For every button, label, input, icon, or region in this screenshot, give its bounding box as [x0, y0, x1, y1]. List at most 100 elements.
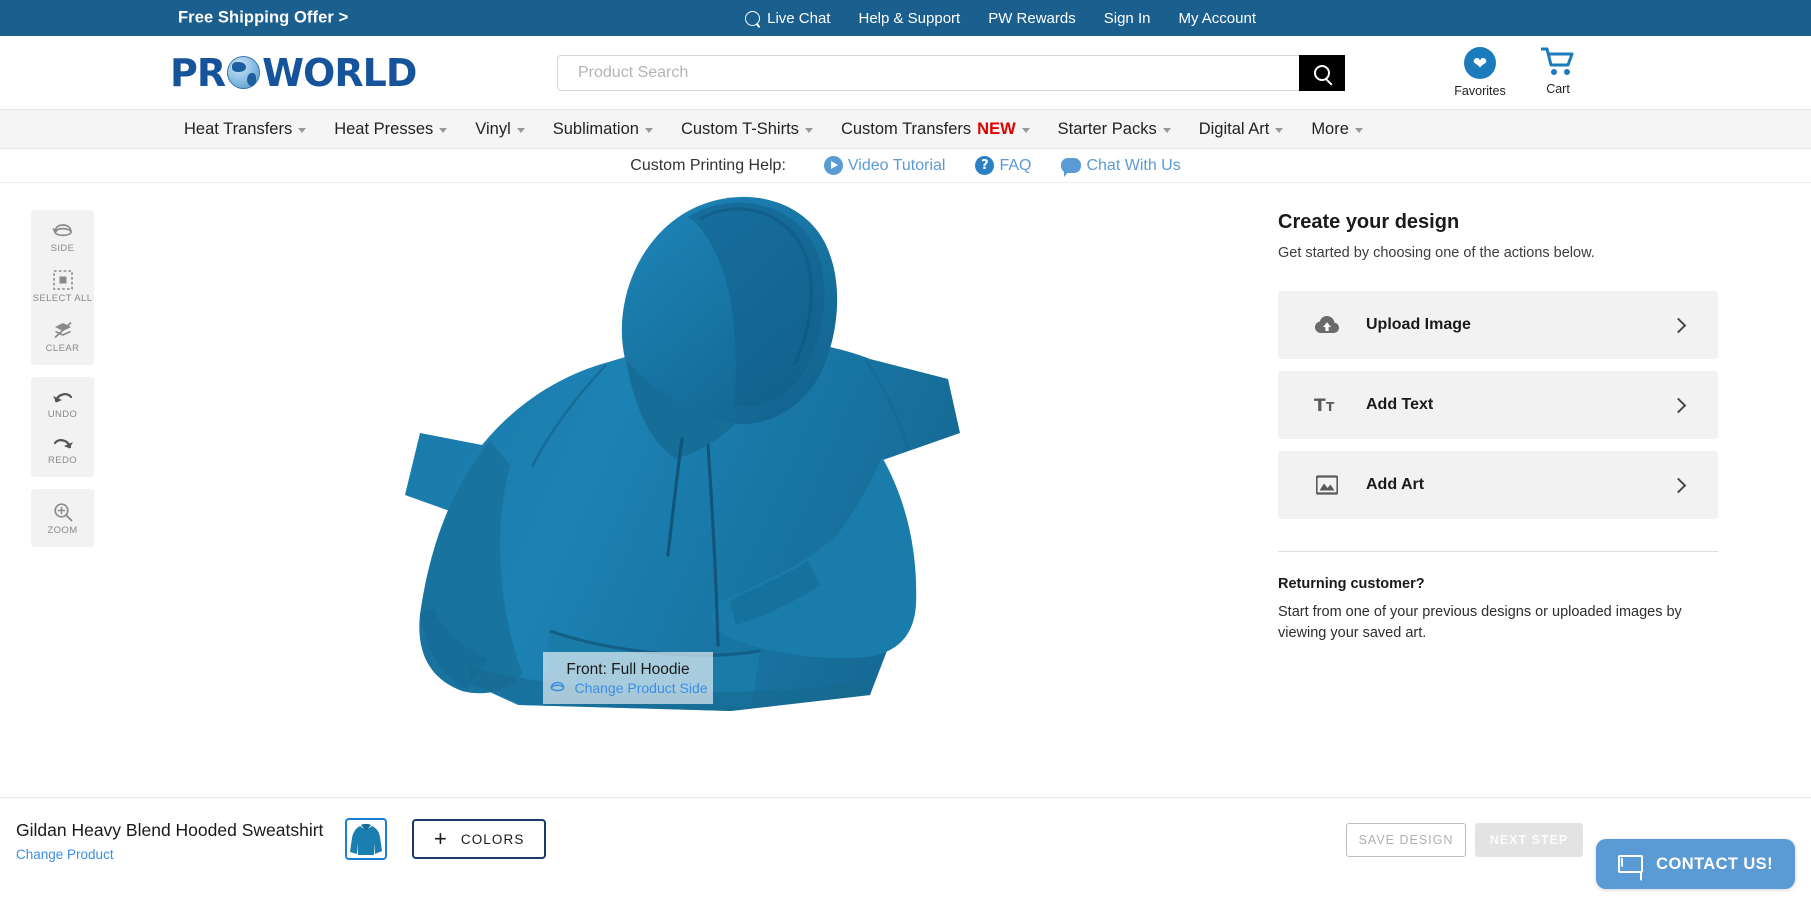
- help-link-label: Chat With Us: [1086, 156, 1181, 174]
- top-link-my-account[interactable]: My Account: [1178, 10, 1256, 27]
- chevron-down-icon: [1021, 127, 1030, 133]
- chevron-down-icon: [804, 127, 813, 133]
- question-icon: ?: [975, 156, 995, 175]
- nav-item-heat-transfers[interactable]: Heat Transfers: [170, 120, 320, 139]
- toolbar-group-history: UNDO REDO: [31, 377, 94, 477]
- next-step-button[interactable]: NEXT STEP: [1475, 823, 1583, 857]
- logo-text-post: WORLD: [262, 50, 417, 95]
- add-art-action[interactable]: Add Art: [1278, 451, 1718, 519]
- nav-item-more[interactable]: More: [1297, 120, 1377, 139]
- change-product-side-link[interactable]: Change Product Side: [548, 680, 708, 696]
- tool-label: CLEAR: [45, 343, 80, 354]
- returning-customer-title: Returning customer?: [1278, 576, 1425, 592]
- help-link-label: FAQ: [999, 156, 1032, 174]
- heart-icon: ❤: [1464, 47, 1496, 79]
- tool-clear-button[interactable]: CLEAR: [31, 311, 94, 361]
- contact-us-label: CONTACT US!: [1656, 854, 1773, 873]
- chevron-down-icon: [439, 127, 448, 133]
- design-workspace: SIDE SELECT ALL CLEAR UNDO REDO ZOOM Fro…: [0, 183, 1811, 713]
- hoodie-preview-image: [405, 196, 960, 711]
- video-tutorial-link[interactable]: Video Tutorial: [823, 156, 945, 175]
- tool-side-button[interactable]: SIDE: [31, 214, 94, 261]
- product-canvas[interactable]: Front: Full Hoodie Change Product Side: [400, 183, 1080, 713]
- nav-label: Custom T-Shirts: [680, 119, 799, 138]
- proworld-logo[interactable]: PR WORLD: [170, 50, 417, 95]
- top-link-help-support[interactable]: Help & Support: [858, 10, 960, 27]
- nav-label: Heat Transfers: [184, 119, 293, 138]
- chevron-down-icon: [1162, 127, 1171, 133]
- chevron-down-icon: [644, 127, 653, 133]
- tool-label: UNDO: [47, 409, 78, 420]
- free-shipping-promo-link[interactable]: Free Shipping Offer >: [178, 9, 348, 28]
- chat-bubble-icon: [1061, 158, 1082, 177]
- tool-label: ZOOM: [47, 525, 78, 536]
- nav-label: Starter Packs: [1057, 119, 1157, 138]
- nav-label: More: [1311, 119, 1349, 138]
- panel-subtitle: Get started by choosing one of the actio…: [1278, 245, 1595, 261]
- create-design-panel: Create your design Get started by choosi…: [1278, 211, 1718, 644]
- nav-label: Digital Art: [1198, 119, 1270, 138]
- chevron-down-icon: [298, 127, 307, 133]
- undo-arrow-icon: [52, 393, 72, 403]
- nav-item-heat-presses[interactable]: Heat Presses: [320, 120, 461, 139]
- logo-text-pre: PR: [170, 50, 226, 95]
- nav-label: Vinyl: [475, 119, 511, 138]
- zoom-in-icon: [53, 503, 72, 522]
- help-bar-label: Custom Printing Help:: [630, 156, 786, 174]
- tool-undo-button[interactable]: UNDO: [31, 381, 94, 427]
- search-input[interactable]: [557, 54, 1299, 91]
- text-tool-icon: T T: [1312, 396, 1342, 414]
- nav-item-starter-packs[interactable]: Starter Packs: [1044, 120, 1185, 139]
- top-links: Live Chat Help & Support PW Rewards Sign…: [745, 10, 1256, 27]
- rotate-side-icon: [52, 224, 72, 237]
- top-link-live-chat[interactable]: Live Chat: [745, 10, 830, 27]
- chevron-down-icon: [1275, 127, 1284, 133]
- favorites-button[interactable]: ❤ Favorites: [1454, 47, 1506, 98]
- chat-with-us-link[interactable]: Chat With Us: [1061, 156, 1181, 177]
- chat-search-icon: [745, 10, 761, 26]
- svg-text:T: T: [1314, 396, 1326, 414]
- chevron-down-icon: [516, 127, 525, 133]
- tool-redo-button[interactable]: REDO: [31, 427, 94, 473]
- upload-image-action[interactable]: Upload Image: [1278, 291, 1718, 359]
- nav-item-vinyl[interactable]: Vinyl: [461, 120, 538, 139]
- add-text-action[interactable]: T T Add Text: [1278, 371, 1718, 439]
- panel-title: Create your design: [1278, 211, 1460, 233]
- product-side-title: Front: Full Hoodie: [566, 660, 690, 678]
- tool-zoom-button[interactable]: ZOOM: [31, 493, 94, 543]
- image-art-icon: [1312, 475, 1342, 495]
- nav-item-custom-t-shirts[interactable]: Custom T-Shirts: [667, 120, 827, 139]
- nav-item-custom-transfers[interactable]: Custom Transfers NEW: [827, 120, 1044, 139]
- design-toolbar: SIDE SELECT ALL CLEAR UNDO REDO ZOOM: [31, 210, 94, 559]
- hoodie-thumbnail-icon: [350, 823, 382, 855]
- tool-label: SIDE: [50, 243, 75, 254]
- globe-icon: [227, 56, 261, 89]
- cart-icon: [1541, 47, 1575, 77]
- action-label: Add Text: [1366, 396, 1434, 413]
- tool-select-all-button[interactable]: SELECT ALL: [31, 261, 94, 311]
- product-info: Gildan Heavy Blend Hooded Sweatshirt Cha…: [16, 820, 323, 862]
- change-product-link[interactable]: Change Product: [16, 847, 323, 862]
- toolbar-group-zoom: ZOOM: [31, 489, 94, 547]
- select-all-icon: [52, 270, 73, 290]
- plus-icon: +: [434, 826, 447, 851]
- returning-customer-body: Start from one of your previous designs …: [1278, 604, 1682, 642]
- color-swatch-selected[interactable]: [345, 818, 387, 860]
- colors-button[interactable]: + COLORS: [412, 819, 547, 859]
- search-button[interactable]: [1299, 54, 1345, 91]
- save-design-button[interactable]: SAVE DESIGN: [1346, 823, 1466, 857]
- top-link-sign-in[interactable]: Sign In: [1104, 10, 1151, 27]
- product-side-indicator: Front: Full Hoodie Change Product Side: [543, 652, 713, 704]
- contact-us-button[interactable]: CONTACT US!: [1596, 839, 1795, 889]
- cart-label: Cart: [1546, 82, 1570, 96]
- product-name: Gildan Heavy Blend Hooded Sweatshirt: [16, 820, 324, 840]
- svg-text:T: T: [1326, 400, 1335, 414]
- faq-link[interactable]: ? FAQ: [975, 156, 1031, 175]
- nav-item-digital-art[interactable]: Digital Art: [1185, 120, 1298, 139]
- cart-button[interactable]: Cart: [1533, 47, 1583, 96]
- colors-label: COLORS: [460, 831, 525, 847]
- top-link-pw-rewards[interactable]: PW Rewards: [988, 10, 1076, 27]
- clear-layers-icon: [53, 321, 72, 339]
- custom-printing-help-bar: Custom Printing Help: Video Tutorial ? F…: [0, 149, 1811, 183]
- nav-item-sublimation[interactable]: Sublimation: [539, 120, 667, 139]
